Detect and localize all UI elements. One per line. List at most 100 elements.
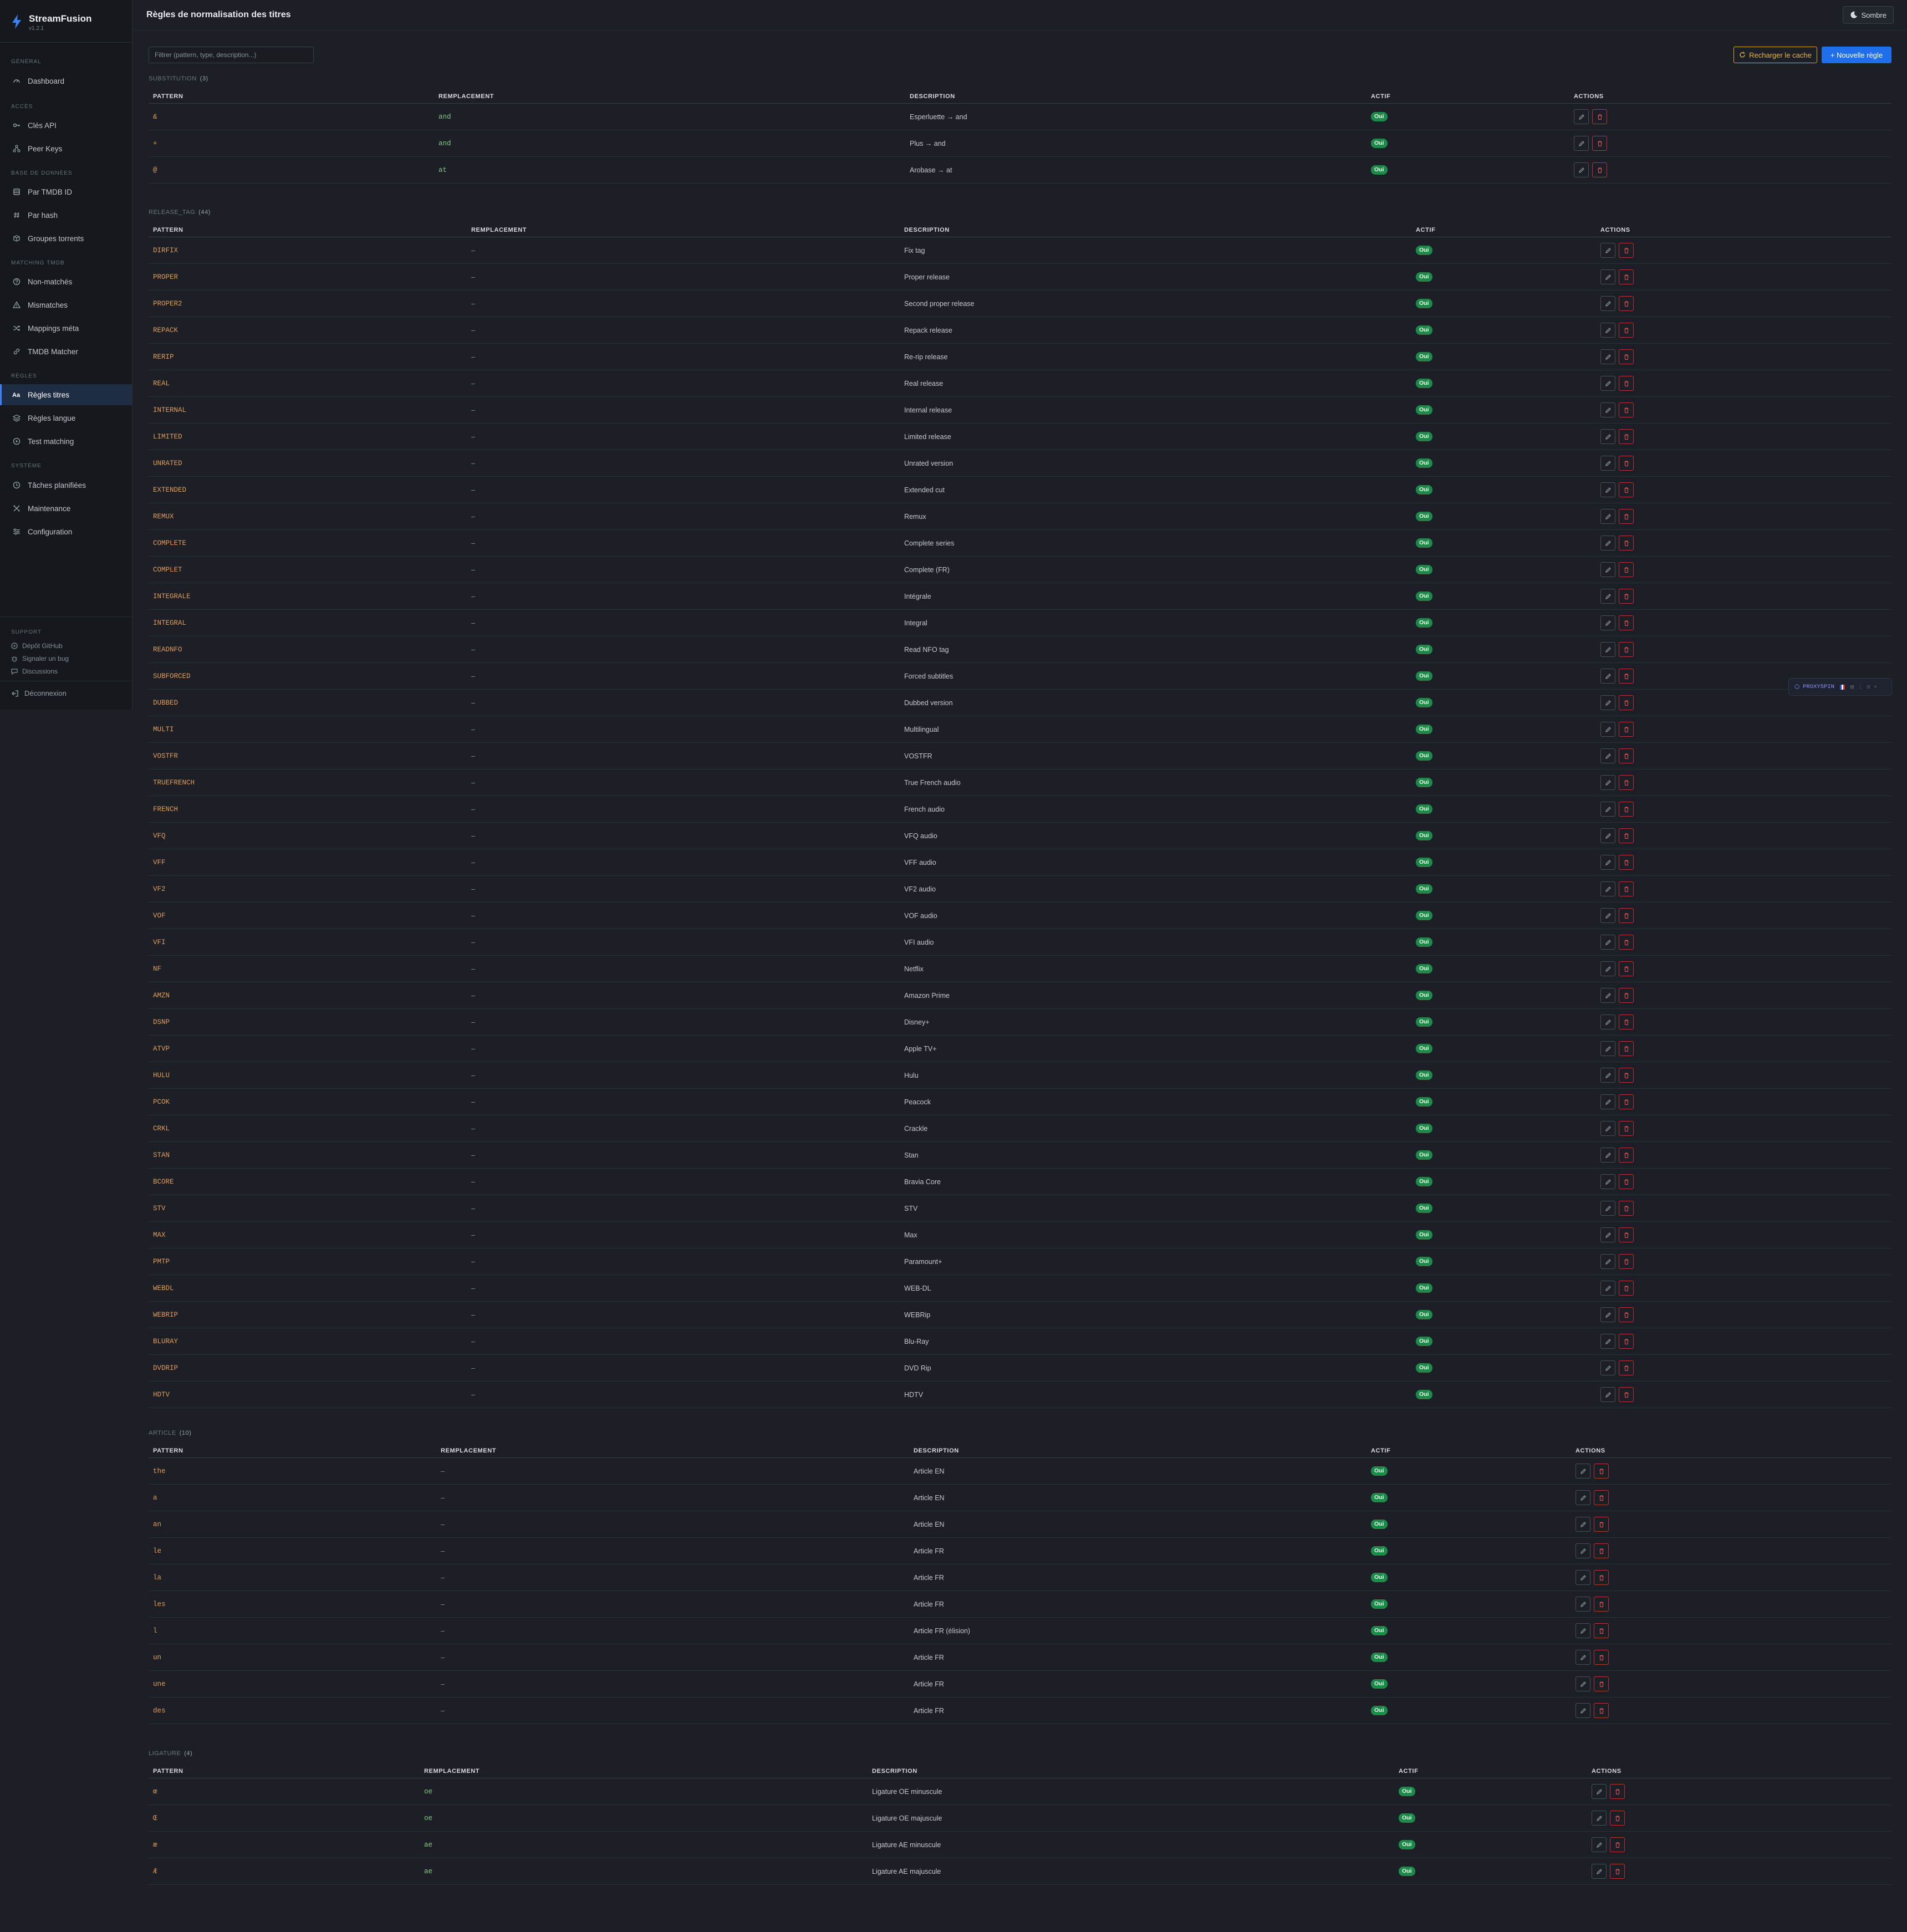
active-badge[interactable]: Oui xyxy=(1416,1044,1432,1053)
active-badge[interactable]: Oui xyxy=(1416,272,1432,282)
edit-button[interactable] xyxy=(1574,162,1589,177)
delete-button[interactable] xyxy=(1592,162,1607,177)
active-badge[interactable]: Oui xyxy=(1416,405,1432,415)
active-badge[interactable]: Oui xyxy=(1416,991,1432,1000)
edit-button[interactable] xyxy=(1600,1041,1615,1056)
active-badge[interactable]: Oui xyxy=(1416,592,1432,601)
active-badge[interactable]: Oui xyxy=(1371,1573,1388,1582)
active-badge[interactable]: Oui xyxy=(1416,538,1432,548)
active-badge[interactable]: Oui xyxy=(1416,1070,1432,1080)
active-badge[interactable]: Oui xyxy=(1416,725,1432,734)
edit-button[interactable] xyxy=(1600,988,1615,1003)
active-badge[interactable]: Oui xyxy=(1371,165,1388,175)
edit-button[interactable] xyxy=(1600,1281,1615,1296)
delete-button[interactable] xyxy=(1619,775,1634,790)
edit-button[interactable] xyxy=(1600,1307,1615,1322)
edit-button[interactable] xyxy=(1574,109,1589,124)
delete-button[interactable] xyxy=(1619,589,1634,604)
edit-button[interactable] xyxy=(1600,349,1615,364)
edit-button[interactable] xyxy=(1600,1387,1615,1402)
edit-button[interactable] xyxy=(1592,1864,1607,1879)
delete-button[interactable] xyxy=(1594,1543,1609,1558)
edit-button[interactable] xyxy=(1600,881,1615,896)
edit-button[interactable] xyxy=(1600,1227,1615,1242)
edit-button[interactable] xyxy=(1600,855,1615,870)
edit-button[interactable] xyxy=(1600,615,1615,630)
active-badge[interactable]: Oui xyxy=(1416,884,1432,894)
active-badge[interactable]: Oui xyxy=(1416,246,1432,255)
delete-button[interactable] xyxy=(1619,881,1634,896)
delete-button[interactable] xyxy=(1619,402,1634,417)
edit-button[interactable] xyxy=(1600,323,1615,338)
edit-button[interactable] xyxy=(1600,376,1615,391)
support-discussions-link[interactable]: Discussions xyxy=(11,667,58,675)
edit-button[interactable] xyxy=(1600,296,1615,311)
edit-button[interactable] xyxy=(1600,456,1615,471)
support-bug-link[interactable]: Signaler un bug xyxy=(11,655,69,662)
sidebar-item-regles-titres[interactable]: Aa Règles titres xyxy=(0,384,132,405)
delete-button[interactable] xyxy=(1619,908,1634,923)
sidebar-item-dashboard[interactable]: Dashboard xyxy=(0,70,132,91)
delete-button[interactable] xyxy=(1619,1174,1634,1189)
active-badge[interactable]: Oui xyxy=(1416,352,1432,361)
edit-button[interactable] xyxy=(1592,1784,1607,1799)
delete-button[interactable] xyxy=(1610,1837,1625,1852)
active-badge[interactable]: Oui xyxy=(1416,831,1432,840)
edit-button[interactable] xyxy=(1600,722,1615,737)
sidebar-item-par-hash[interactable]: Par hash xyxy=(0,205,132,226)
edit-button[interactable] xyxy=(1600,269,1615,284)
active-badge[interactable]: Oui xyxy=(1416,432,1432,441)
edit-button[interactable] xyxy=(1600,429,1615,444)
delete-button[interactable] xyxy=(1619,1068,1634,1083)
edit-button[interactable] xyxy=(1600,1121,1615,1136)
active-badge[interactable]: Oui xyxy=(1416,565,1432,574)
logout-button[interactable]: Déconnexion xyxy=(11,689,67,697)
delete-button[interactable] xyxy=(1619,296,1634,311)
delete-button[interactable] xyxy=(1610,1864,1625,1879)
edit-button[interactable] xyxy=(1575,1650,1590,1665)
sidebar-item-mappings-meta[interactable]: Mappings méta xyxy=(0,318,132,339)
delete-button[interactable] xyxy=(1619,1360,1634,1375)
active-badge[interactable]: Oui xyxy=(1416,804,1432,814)
edit-button[interactable] xyxy=(1600,509,1615,524)
edit-button[interactable] xyxy=(1600,1201,1615,1216)
active-badge[interactable]: Oui xyxy=(1371,139,1388,148)
active-badge[interactable]: Oui xyxy=(1371,112,1388,121)
delete-button[interactable] xyxy=(1610,1811,1625,1826)
active-badge[interactable]: Oui xyxy=(1416,858,1432,867)
edit-button[interactable] xyxy=(1600,536,1615,550)
sidebar-item-regles-langue[interactable]: Règles langue xyxy=(0,407,132,429)
active-badge[interactable]: Oui xyxy=(1416,1257,1432,1266)
active-badge[interactable]: Oui xyxy=(1371,1466,1388,1476)
active-badge[interactable]: Oui xyxy=(1416,1017,1432,1027)
edit-button[interactable] xyxy=(1600,402,1615,417)
edit-button[interactable] xyxy=(1575,1570,1590,1585)
active-badge[interactable]: Oui xyxy=(1416,751,1432,761)
delete-button[interactable] xyxy=(1619,1254,1634,1269)
delete-button[interactable] xyxy=(1619,828,1634,843)
active-badge[interactable]: Oui xyxy=(1416,1310,1432,1319)
edit-button[interactable] xyxy=(1575,1597,1590,1612)
delete-button[interactable] xyxy=(1594,1676,1609,1691)
active-badge[interactable]: Oui xyxy=(1371,1706,1388,1715)
delete-button[interactable] xyxy=(1619,1201,1634,1216)
edit-button[interactable] xyxy=(1600,669,1615,684)
edit-button[interactable] xyxy=(1600,589,1615,604)
active-badge[interactable]: Oui xyxy=(1416,485,1432,495)
edit-button[interactable] xyxy=(1600,908,1615,923)
edit-button[interactable] xyxy=(1575,1517,1590,1532)
edit-button[interactable] xyxy=(1600,802,1615,817)
delete-button[interactable] xyxy=(1619,1041,1634,1056)
active-badge[interactable]: Oui xyxy=(1371,1626,1388,1635)
proxy-widget[interactable]: ⬡ PROXYSPIN ▤ ⋮ ⊡ × xyxy=(1788,678,1892,696)
sidebar-item-configuration[interactable]: Configuration xyxy=(0,521,132,542)
active-badge[interactable]: Oui xyxy=(1371,1679,1388,1689)
active-badge[interactable]: Oui xyxy=(1416,1283,1432,1293)
support-github-link[interactable]: Dépôt GitHub xyxy=(11,642,63,650)
active-badge[interactable]: Oui xyxy=(1371,1493,1388,1502)
sidebar-item-taches-planifiees[interactable]: Tâches planifiées xyxy=(0,475,132,496)
delete-button[interactable] xyxy=(1619,1387,1634,1402)
active-badge[interactable]: Oui xyxy=(1416,458,1432,468)
edit-button[interactable] xyxy=(1575,1676,1590,1691)
active-badge[interactable]: Oui xyxy=(1416,911,1432,920)
